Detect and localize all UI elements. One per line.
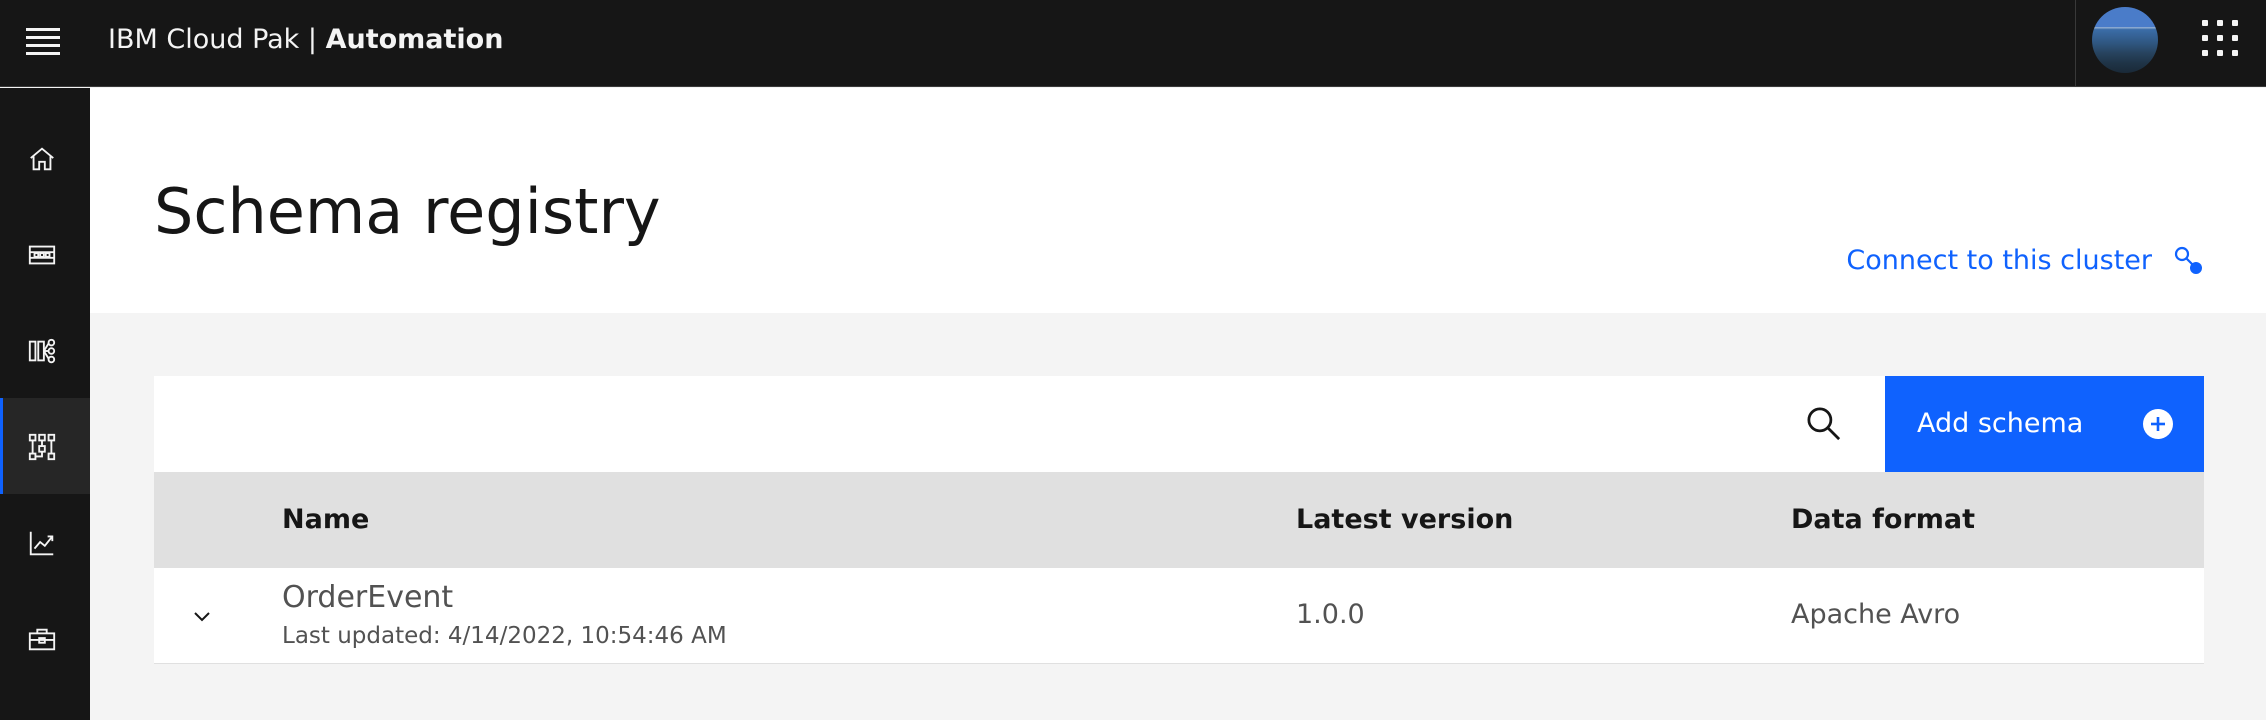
- add-icon: [2143, 409, 2173, 439]
- topics-icon: [28, 245, 56, 265]
- connect-to-cluster-link[interactable]: Connect to this cluster: [1846, 244, 2204, 276]
- expand-row-button[interactable]: [178, 592, 226, 640]
- add-schema-label: Add schema: [1917, 408, 2084, 439]
- schema-registry-icon: [28, 433, 56, 461]
- nav-item-toolbox[interactable]: [0, 590, 90, 686]
- consumer-groups-icon: [28, 338, 56, 364]
- brand-prefix: IBM Cloud Pak |: [108, 24, 326, 55]
- chevron-down-icon: [194, 612, 210, 622]
- search-button[interactable]: [1802, 402, 1846, 446]
- side-nav: [0, 88, 90, 720]
- top-header: IBM Cloud Pak | Automation: [0, 0, 2266, 87]
- avatar[interactable]: [2092, 7, 2158, 73]
- table-header: Name Latest version Data format: [154, 472, 2204, 568]
- page-header: Schema registry Connect to this cluster: [90, 88, 2266, 313]
- search-icon: [1807, 407, 1841, 441]
- nav-item-schema-registry[interactable]: [0, 398, 90, 494]
- menu-icon[interactable]: [26, 28, 60, 55]
- schema-table: Add schema Name Latest version Data form…: [154, 376, 2204, 664]
- schema-version: 1.0.0: [1296, 599, 1365, 630]
- toolbox-icon: [28, 628, 56, 651]
- header-divider: [2075, 0, 2076, 87]
- schema-last-updated: Last updated: 4/14/2022, 10:54:46 AM: [282, 623, 727, 649]
- column-header-name[interactable]: Name: [282, 502, 369, 538]
- connect-label: Connect to this cluster: [1846, 244, 2152, 276]
- app-switcher-icon[interactable]: [2202, 20, 2238, 56]
- page-title: Schema registry: [154, 175, 661, 248]
- nav-item-topics[interactable]: [0, 206, 90, 302]
- nav-item-home[interactable]: [0, 110, 90, 206]
- brand-product: Automation: [325, 24, 504, 55]
- connect-icon: [2174, 246, 2202, 274]
- table-row[interactable]: OrderEvent Last updated: 4/14/2022, 10:5…: [154, 568, 2204, 664]
- schema-name[interactable]: OrderEvent: [282, 578, 453, 618]
- nav-item-consumer-groups[interactable]: [0, 302, 90, 398]
- table-toolbar: Add schema: [154, 376, 2204, 472]
- column-header-data-format[interactable]: Data format: [1791, 502, 1975, 538]
- add-schema-button[interactable]: Add schema: [1885, 376, 2204, 472]
- nav-item-monitoring[interactable]: [0, 494, 90, 590]
- column-header-latest-version[interactable]: Latest version: [1296, 502, 1513, 538]
- home-icon: [30, 147, 54, 171]
- monitoring-icon: [29, 531, 54, 556]
- product-name[interactable]: IBM Cloud Pak | Automation: [108, 22, 503, 58]
- schema-data-format: Apache Avro: [1791, 599, 1961, 630]
